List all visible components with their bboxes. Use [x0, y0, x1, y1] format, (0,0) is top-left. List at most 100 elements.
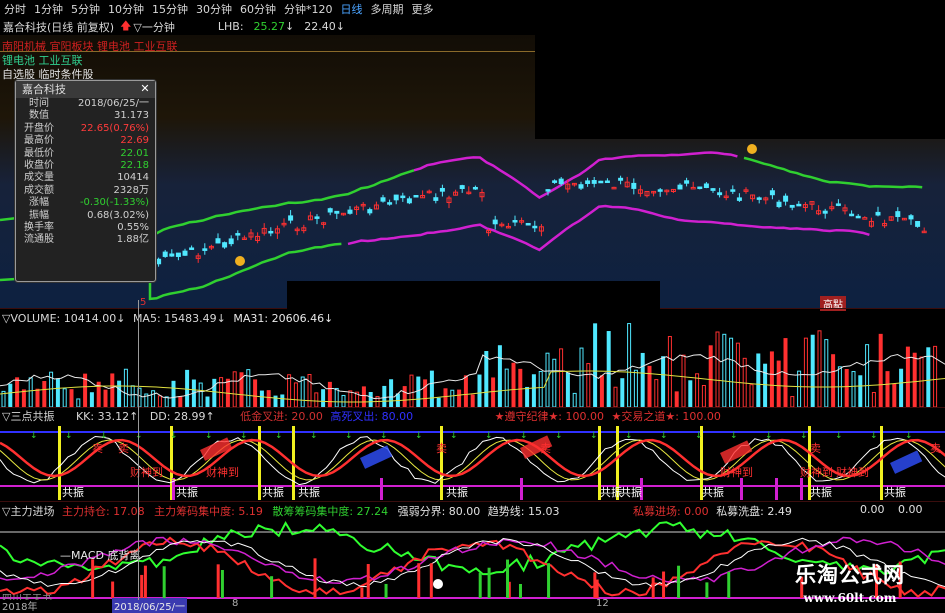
histogram-bar: [111, 581, 115, 598]
candle-body: [156, 258, 162, 265]
volume-label: ▽VOLUME: 10414.00↓: [2, 312, 126, 325]
volume-bar: [103, 389, 108, 408]
timeframe-tab-4[interactable]: 15分钟: [148, 1, 192, 17]
histogram-bar: [727, 571, 731, 598]
volume-bar: [640, 352, 645, 408]
candle-body: [862, 217, 868, 220]
popup-value: 22.69: [120, 135, 149, 147]
zhuli-qiangruo: 强弱分界: 80.00: [397, 505, 481, 518]
volume-bar: [429, 370, 434, 408]
volume-bar: [307, 374, 312, 408]
popup-row: 流通股 1.88亿: [16, 234, 155, 246]
candle-body: [406, 198, 412, 204]
volume-bar: [477, 374, 482, 408]
price-marker-left: 5: [140, 297, 147, 308]
volume-bar: [790, 396, 795, 408]
down-arrow-icon: ↓: [30, 431, 38, 441]
volume-bar: [797, 370, 802, 408]
popup-value: 2328万: [113, 184, 149, 196]
volume-bar: [402, 386, 407, 408]
volume-bar: [293, 382, 298, 408]
timeframe-tab-7[interactable]: 分钟*120: [280, 1, 337, 17]
volume-bar: [62, 388, 67, 408]
down-arrow-icon: ↓: [205, 431, 213, 441]
timeframe-tab-10[interactable]: 更多: [408, 1, 438, 17]
close-icon[interactable]: ✕: [138, 82, 152, 96]
mai-label: 卖: [118, 442, 129, 455]
volume-bar: [613, 386, 618, 408]
volume-bar: [851, 371, 856, 408]
candle-body: [228, 238, 234, 245]
band-lower-line: [347, 204, 870, 252]
timeframe-tab-5[interactable]: 30分钟: [192, 1, 236, 17]
candle-body: [314, 216, 320, 219]
volume-bar: [593, 323, 598, 408]
candle-body: [598, 180, 604, 184]
sandian-dd: DD: 28.99↑: [149, 410, 215, 423]
gongzhen-label: 共振: [62, 485, 84, 499]
candle-body: [327, 208, 333, 213]
sandian-dijin: 低金叉进: 20.00: [240, 410, 323, 423]
histogram-bar: [360, 587, 364, 598]
volume-bar: [341, 394, 346, 408]
popup-row: 时间 2018/06/25/一: [16, 98, 155, 110]
volume-bar: [436, 397, 441, 408]
candle-body: [591, 180, 597, 184]
timeframe-tab-1[interactable]: 1分钟: [30, 1, 67, 17]
volume-bar: [198, 382, 203, 408]
volume-bar: [361, 386, 366, 408]
timeframe-tab-0[interactable]: 分时: [0, 1, 30, 17]
timeframe-tab-2[interactable]: 5分钟: [67, 1, 104, 17]
volume-bar: [824, 339, 829, 408]
volume-bar: [552, 358, 557, 408]
down-arrow-icon: ↓: [660, 431, 668, 441]
volume-bar: [504, 368, 509, 408]
volume-bar: [21, 389, 26, 408]
histogram-bar: [366, 564, 370, 598]
histogram-bar: [140, 574, 144, 598]
candle-body: [717, 192, 723, 196]
volume-bar: [280, 394, 285, 408]
popup-table: 时间 2018/06/25/一 数值 31.173 开盘价 22.65(0.76%) 最高价…: [16, 98, 155, 247]
volume-ma5-line: [0, 354, 945, 400]
histogram-bar: [417, 563, 421, 598]
candle-body: [169, 253, 175, 257]
timeframe-tab-6[interactable]: 60分钟: [236, 1, 280, 17]
timeframe-tab-9[interactable]: 多周期: [367, 1, 408, 17]
candle-body: [393, 194, 399, 201]
histogram-bar: [91, 559, 95, 598]
quote-popup[interactable]: 嘉合科技 ✕ 时间 2018/06/25/一 数值 31.173 开盘价 22.65(0.…: [15, 80, 156, 282]
volume-bar: [858, 375, 863, 408]
popup-key: 最高价: [24, 135, 54, 147]
popup-key: 成交额: [24, 184, 54, 196]
candle-body: [288, 215, 294, 221]
volume-bar: [525, 386, 530, 408]
volume-bar: [205, 396, 210, 408]
candle-body: [710, 188, 716, 191]
volume-bar: [531, 374, 536, 408]
zhuli-label: ▽主力进场: [2, 505, 55, 518]
candle-body: [334, 210, 340, 214]
histogram-bar: [429, 563, 433, 598]
volume-bar: [443, 388, 448, 408]
volume-bar: [729, 337, 734, 408]
mai-label: 卖: [930, 442, 941, 455]
down-arrow-icon: ↓: [170, 431, 178, 441]
timeframe-tab-3[interactable]: 10分钟: [104, 1, 148, 17]
candle-body: [512, 220, 518, 223]
volume-bar: [457, 389, 462, 408]
volume-bar: [681, 354, 686, 408]
timeframe-tab-8[interactable]: 日线: [337, 1, 367, 17]
redacted-area: [535, 35, 945, 139]
popup-row: 涨幅 -0.30(-1.33%): [16, 197, 155, 209]
volume-bar: [844, 369, 849, 408]
candle-body: [875, 211, 881, 216]
volume-bar: [55, 378, 60, 408]
popup-key: 时间: [29, 98, 49, 109]
mai-label: 卖: [810, 442, 821, 455]
candle-body: [585, 180, 591, 184]
candle-body: [769, 190, 775, 196]
volume-bar: [321, 389, 326, 408]
volume-bar: [756, 353, 761, 408]
volume-bar: [933, 345, 938, 408]
